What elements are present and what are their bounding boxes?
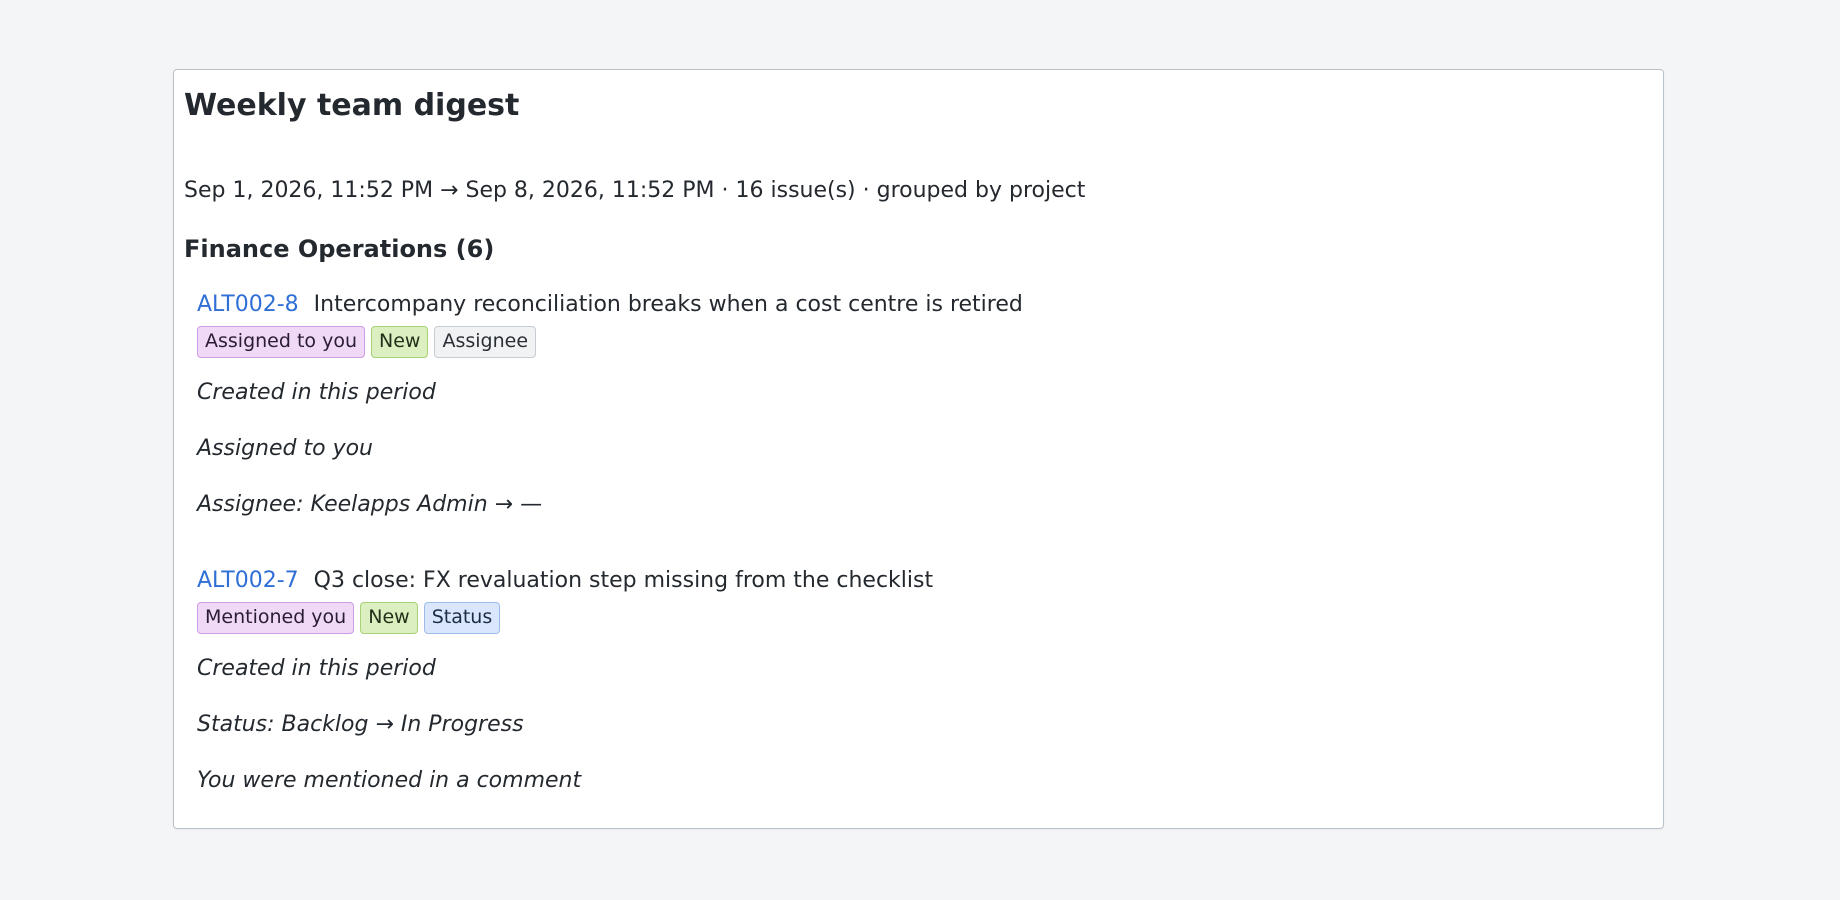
issue-event: Created in this period bbox=[197, 656, 436, 682]
issue-badges: Assigned to you New Assignee bbox=[197, 326, 1023, 359]
issue-event: Created in this period bbox=[197, 380, 436, 406]
project-group-heading: Finance Operations (6) bbox=[184, 235, 495, 263]
digest-card: Weekly team digest Sep 1, 2026, 11:52 PM… bbox=[173, 69, 1664, 829]
assignee-badge: Assignee bbox=[434, 326, 537, 359]
issue-event: Assignee: Keelapps Admin → — bbox=[197, 492, 543, 518]
new-badge: New bbox=[371, 326, 429, 359]
issue-entry: ALT002-8 Intercompany reconciliation bre… bbox=[197, 292, 1023, 548]
issue-key-link[interactable]: ALT002-7 bbox=[197, 568, 299, 593]
issue-title: Intercompany reconciliation breaks when … bbox=[313, 292, 1023, 317]
issue-entry: ALT002-7 Q3 close: FX revaluation step m… bbox=[197, 568, 933, 824]
digest-period-summary: Sep 1, 2026, 11:52 PM → Sep 8, 2026, 11:… bbox=[184, 178, 1086, 203]
issue-header: ALT002-7 Q3 close: FX revaluation step m… bbox=[197, 568, 933, 594]
issue-title: Q3 close: FX revaluation step missing fr… bbox=[313, 568, 934, 593]
issue-key-link[interactable]: ALT002-8 bbox=[197, 292, 299, 317]
issue-header: ALT002-8 Intercompany reconciliation bre… bbox=[197, 292, 1023, 318]
issue-event: Assigned to you bbox=[197, 436, 373, 462]
page-title: Weekly team digest bbox=[184, 88, 520, 123]
assigned-to-you-badge: Assigned to you bbox=[197, 326, 365, 359]
issue-events: Created in this period Assigned to you A… bbox=[197, 380, 1023, 519]
mentioned-you-badge: Mentioned you bbox=[197, 602, 355, 635]
status-badge: Status bbox=[423, 602, 501, 635]
issue-badges: Mentioned you New Status bbox=[197, 602, 933, 635]
issue-event: You were mentioned in a comment bbox=[197, 768, 582, 794]
issue-event: Status: Backlog → In Progress bbox=[197, 712, 524, 738]
new-badge: New bbox=[360, 602, 418, 635]
issue-events: Created in this period Status: Backlog →… bbox=[197, 656, 933, 795]
